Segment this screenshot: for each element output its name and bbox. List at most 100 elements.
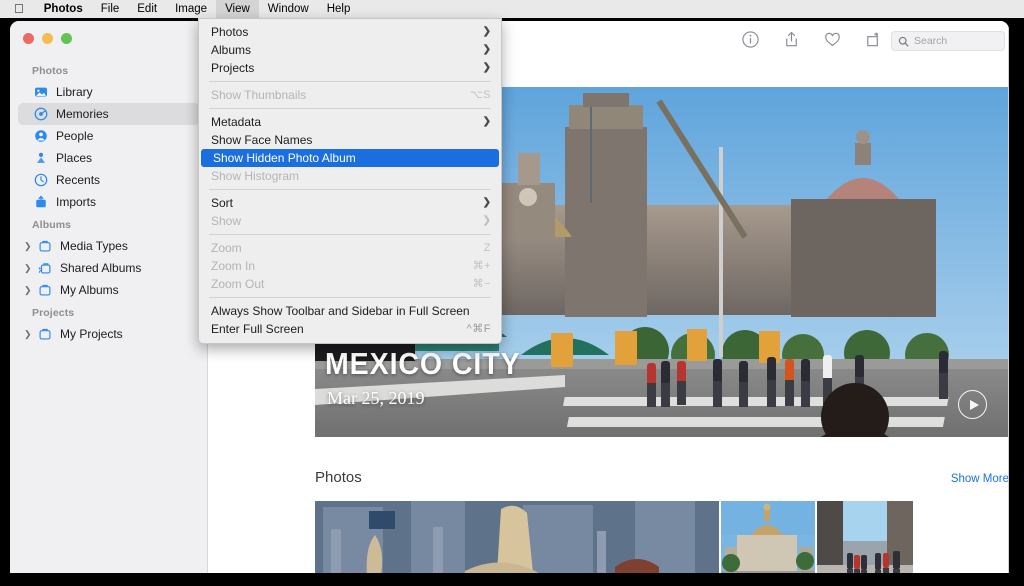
menu-item-enter-full-screen[interactable]: Enter Full Screen ^⌘F [199,320,501,338]
search-input-placeholder: Search [914,35,948,47]
search-icon [898,36,909,46]
album-icon [36,327,53,342]
menubar-item-window[interactable]: Window [259,0,318,18]
maximize-button[interactable] [61,33,72,44]
photos-section-header: Photos Show More [315,469,1009,486]
minimize-button[interactable] [42,33,53,44]
rotate-icon[interactable] [864,30,883,49]
memory-date: Mar 25, 2019 [327,388,425,408]
album-icon [36,283,53,298]
menu-item-label: Show [211,214,242,228]
sidebar-section-header-albums: Albums [32,219,72,231]
sidebar-item-places[interactable]: Places [18,147,200,169]
menu-item-label: Zoom [211,241,242,255]
sidebar-item-my-projects[interactable]: ❯ My Projects [18,323,200,345]
sidebar-item-library[interactable]: Library [18,81,200,103]
sidebar-list: Photos Library Memories People Places Recents… [10,59,208,345]
menu-item-label: Sort [211,196,234,210]
close-button[interactable] [23,33,34,44]
menu-item-sort[interactable]: Sort ❯ [199,194,501,212]
sidebar-item-label: People [56,129,94,143]
menu-item-label: Projects [211,61,255,75]
sidebar-item-memories[interactable]: Memories [18,103,200,125]
menu-item-show: Show ❯ [199,212,501,230]
chevron-right-icon[interactable]: ❯ [24,329,35,340]
chevron-right-icon[interactable]: ❯ [24,241,35,252]
menu-item-label: Zoom Out [211,277,265,291]
menu-item-show-histogram: Show Histogram [199,167,501,185]
imports-icon [32,195,49,210]
memories-icon [32,107,49,122]
window-right-edge [1008,21,1009,573]
menu-separator [209,189,491,190]
chevron-right-icon: ❯ [482,26,491,37]
show-more-link[interactable]: Show More [951,473,1009,485]
recents-clock-icon [32,173,49,188]
menu-item-shortcut: ⌥S [469,89,491,101]
shared-album-icon [36,261,53,276]
sidebar-item-label: Memories [56,107,109,121]
sidebar-item-shared-albums[interactable]: ❯ Shared Albums [18,257,200,279]
sidebar-item-media-types[interactable]: ❯ Media Types [18,235,200,257]
menu-item-show-hidden-photo-album[interactable]: Show Hidden Photo Album [201,149,499,167]
menubar-item-photos[interactable]: Photos [35,0,92,18]
sidebar-item-label: Recents [56,173,101,187]
macos-menu-bar:  Photos File Edit Image View Window Hel… [0,0,1024,18]
menu-item-label: Always Show Toolbar and Sidebar in Full … [211,304,470,318]
menubar-item-image[interactable]: Image [166,0,216,18]
menu-separator [209,234,491,235]
sidebar-section-header-photos: Photos [32,65,69,77]
menu-item-label: Photos [211,25,249,39]
thumbnail-cathedral-facade[interactable] [315,501,719,573]
chevron-right-icon: ❯ [482,62,491,73]
menu-item-shortcut: Z [483,242,491,254]
thumbnail-street-scene[interactable] [817,501,913,573]
menu-item-shortcut: ⌘− [472,278,491,290]
thumbnail-cathedral-facade-image [315,501,719,573]
sidebar-item-recents[interactable]: Recents [18,169,200,191]
chevron-right-icon: ❯ [482,215,491,226]
menubar-item-help[interactable]: Help [318,0,360,18]
menu-item-metadata[interactable]: Metadata ❯ [199,113,501,131]
sidebar-item-imports[interactable]: Imports [18,191,200,213]
heart-favorite-icon[interactable] [823,30,842,49]
menu-item-zoom-in: Zoom In ⌘+ [199,257,501,275]
sidebar: Photos Library Memories People Places Recents… [10,21,208,573]
menu-item-always-show-toolbar-and-sidebar-in-full-screen[interactable]: Always Show Toolbar and Sidebar in Full … [199,302,501,320]
menu-item-projects[interactable]: Projects ❯ [199,59,501,77]
apple-logo-icon[interactable]:  [0,2,35,15]
thumbnail-palacio-image [721,501,815,573]
play-icon[interactable] [958,390,987,419]
sidebar-item-label: My Albums [60,283,119,297]
search-field[interactable]: Search [891,31,1005,51]
chevron-right-icon[interactable]: ❯ [24,263,35,274]
sidebar-item-people[interactable]: People [18,125,200,147]
sidebar-item-my-albums[interactable]: ❯ My Albums [18,279,200,301]
chevron-right-icon[interactable]: ❯ [24,285,35,296]
chevron-right-icon: ❯ [482,197,491,208]
menu-item-albums[interactable]: Albums ❯ [199,41,501,59]
menu-item-photos[interactable]: Photos ❯ [199,23,501,41]
memory-caption: MEXICO CITY Mar 25, 2019 [325,346,538,409]
thumbnail-palacio-bellas-artes[interactable] [721,501,815,573]
share-icon[interactable] [782,30,801,49]
menu-item-show-face-names[interactable]: Show Face Names [199,131,501,149]
sidebar-item-label: Places [56,151,93,165]
sidebar-item-label: Shared Albums [60,261,142,275]
photos-thumbnail-strip [315,501,1009,573]
photos-section-label: Photos [315,469,362,486]
chevron-right-icon: ❯ [482,116,491,127]
menu-item-label: Zoom In [211,259,256,273]
menu-item-shortcut: ⌘+ [472,260,491,272]
menubar-item-view[interactable]: View [216,0,259,18]
info-icon[interactable] [741,30,760,49]
menu-item-label: Show Histogram [211,169,300,183]
play-triangle [969,399,979,410]
menubar-item-file[interactable]: File [92,0,129,18]
places-icon [32,151,49,166]
menu-separator [209,297,491,298]
toolbar-icon-group [741,30,883,49]
menubar-item-edit[interactable]: Edit [128,0,166,18]
menu-item-label: Show Thumbnails [211,88,307,102]
people-icon [32,129,49,144]
